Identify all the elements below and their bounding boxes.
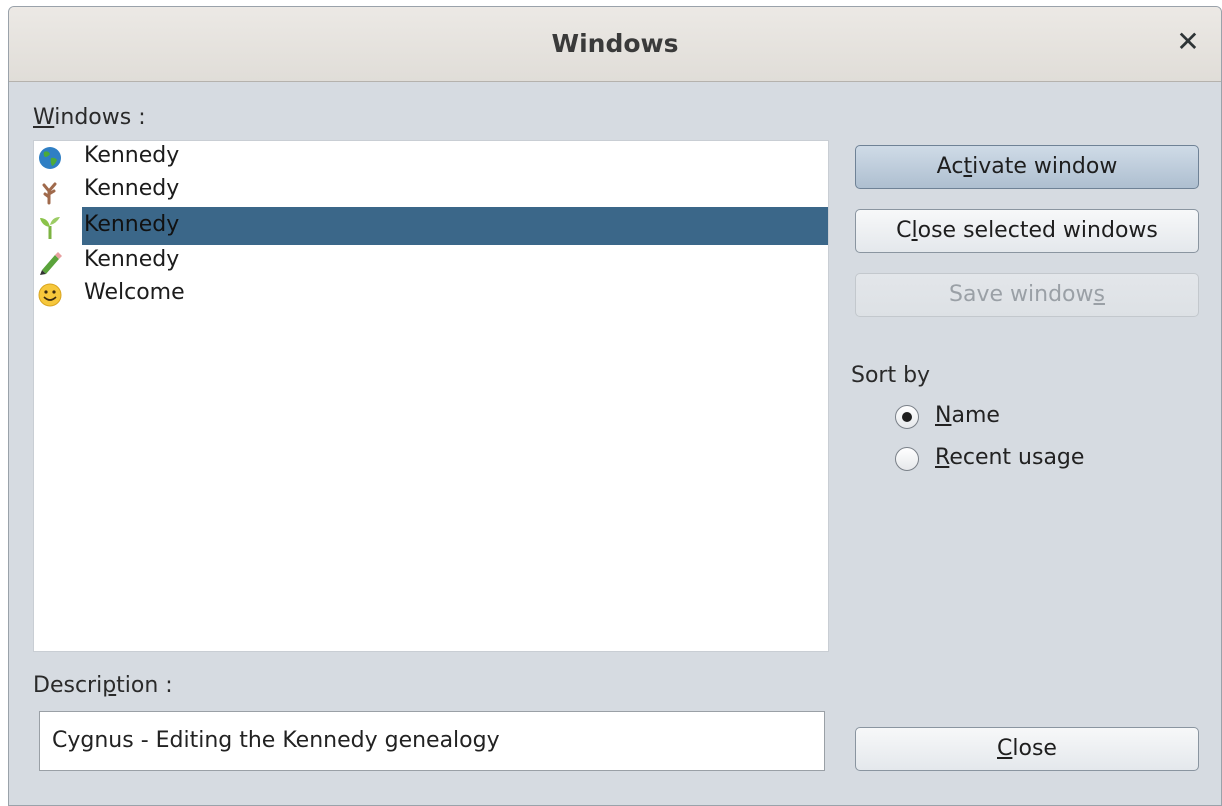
list-item[interactable]: Kennedy <box>34 207 828 245</box>
windows-list[interactable]: Kennedy Kennedy Kennedy Kennedy Welcome <box>33 140 829 652</box>
title-bar: Windows ✕ <box>9 7 1221 82</box>
smiley-icon <box>38 283 62 307</box>
globe-icon <box>39 147 61 169</box>
dialog-title: Windows <box>551 29 679 58</box>
save-windows-button[interactable]: Save windows <box>855 273 1199 317</box>
list-item[interactable]: Kennedy <box>34 141 828 175</box>
list-item-label: Kennedy <box>84 176 180 201</box>
sort-recent-usage-label: Recent usage <box>935 445 1085 470</box>
description-field[interactable]: Cygnus - Editing the Kennedy genealogy <box>39 711 825 771</box>
close-icon[interactable]: ✕ <box>1175 27 1201 57</box>
pencil-icon <box>40 252 62 275</box>
list-item-label: Kennedy <box>84 212 180 237</box>
activate-window-button[interactable]: Activate window <box>855 145 1199 189</box>
list-item-label: Welcome <box>84 280 185 305</box>
windows-dialog: Windows ✕ Windows : Kennedy Kennedy Kenn… <box>8 6 1222 806</box>
radio-button-unchecked[interactable] <box>895 447 919 471</box>
tree-icon <box>42 182 57 205</box>
windows-label: Windows : <box>33 105 146 130</box>
list-item[interactable]: Kennedy <box>34 174 828 208</box>
list-item[interactable]: Kennedy <box>34 245 828 279</box>
close-selected-windows-button[interactable]: Close selected windows <box>855 209 1199 253</box>
sprout-icon <box>40 217 60 239</box>
description-label: Description : <box>33 673 173 698</box>
list-item-label: Kennedy <box>84 143 180 168</box>
list-item[interactable]: Welcome <box>34 278 828 312</box>
sort-name-label: Name <box>935 403 1000 428</box>
radio-button-checked[interactable] <box>895 405 919 429</box>
selection-highlight <box>82 207 828 245</box>
list-item-label: Kennedy <box>84 247 180 272</box>
sort-by-label: Sort by <box>851 363 931 388</box>
close-button[interactable]: Close <box>855 727 1199 771</box>
